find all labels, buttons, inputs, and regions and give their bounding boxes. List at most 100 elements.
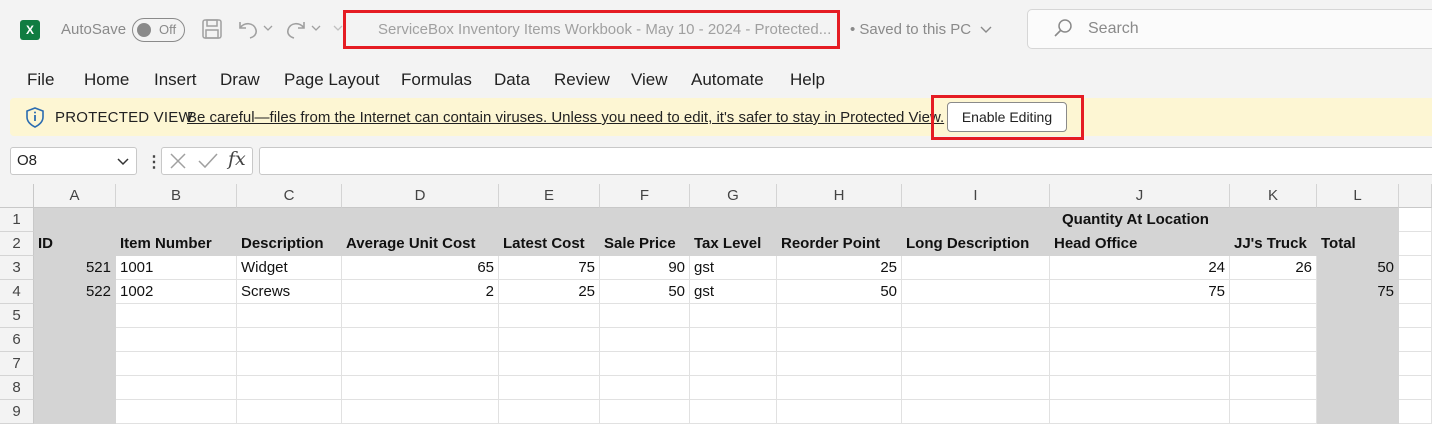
cell-b5[interactable] bbox=[116, 304, 237, 328]
cancel-formula-icon[interactable] bbox=[168, 151, 188, 171]
cell-l9[interactable] bbox=[1317, 400, 1399, 424]
cell-b3[interactable]: 1001 bbox=[116, 256, 237, 280]
cell-d8[interactable] bbox=[342, 376, 499, 400]
column-header-h[interactable]: H bbox=[777, 184, 902, 208]
cell-b8[interactable] bbox=[116, 376, 237, 400]
cell-c1[interactable] bbox=[237, 208, 342, 232]
cell-j8[interactable] bbox=[1050, 376, 1230, 400]
cell-l6[interactable] bbox=[1317, 328, 1399, 352]
cell-d2[interactable]: Average Unit Cost bbox=[342, 232, 499, 256]
row-header-8[interactable]: 8 bbox=[0, 376, 34, 400]
cell-f6[interactable] bbox=[600, 328, 690, 352]
protected-view-message-link[interactable]: Be careful—files from the Internet can c… bbox=[187, 109, 944, 126]
cell-j3[interactable]: 24 bbox=[1050, 256, 1230, 280]
cell-h2[interactable]: Reorder Point bbox=[777, 232, 902, 256]
name-box-chevron-down-icon[interactable] bbox=[116, 154, 130, 168]
cell-a1[interactable] bbox=[34, 208, 116, 232]
cell-c3[interactable]: Widget bbox=[237, 256, 342, 280]
cell-j2[interactable]: Head Office bbox=[1050, 232, 1230, 256]
cell-k8[interactable] bbox=[1230, 376, 1317, 400]
cell-j4[interactable]: 75 bbox=[1050, 280, 1230, 304]
cell-c5[interactable] bbox=[237, 304, 342, 328]
column-header-f[interactable]: F bbox=[600, 184, 690, 208]
cell-l3[interactable]: 50 bbox=[1317, 256, 1399, 280]
saved-status[interactable]: • Saved to this PC bbox=[850, 21, 993, 38]
cell-l2[interactable]: Total bbox=[1317, 232, 1399, 256]
column-header-b[interactable]: B bbox=[116, 184, 237, 208]
cell-i2[interactable]: Long Description bbox=[902, 232, 1050, 256]
document-title[interactable]: ServiceBox Inventory Items Workbook - Ma… bbox=[378, 21, 833, 38]
column-header-k[interactable]: K bbox=[1230, 184, 1317, 208]
row-header-2[interactable]: 2 bbox=[0, 232, 34, 256]
cell-e7[interactable] bbox=[499, 352, 600, 376]
cell-e1[interactable] bbox=[499, 208, 600, 232]
cell-f4[interactable]: 50 bbox=[600, 280, 690, 304]
cell-k6[interactable] bbox=[1230, 328, 1317, 352]
enable-editing-button[interactable]: Enable Editing bbox=[947, 102, 1067, 132]
cell-g1[interactable] bbox=[690, 208, 777, 232]
menu-help[interactable]: Help bbox=[790, 70, 825, 90]
cell-i3[interactable] bbox=[902, 256, 1050, 280]
save-icon[interactable] bbox=[201, 18, 223, 40]
cell-c7[interactable] bbox=[237, 352, 342, 376]
cell-i9[interactable] bbox=[902, 400, 1050, 424]
cell-i5[interactable] bbox=[902, 304, 1050, 328]
cell-k1[interactable] bbox=[1230, 208, 1317, 232]
cell-g8[interactable] bbox=[690, 376, 777, 400]
menu-automate[interactable]: Automate bbox=[691, 70, 764, 90]
cell-a2[interactable]: ID bbox=[34, 232, 116, 256]
cell-a5[interactable] bbox=[34, 304, 116, 328]
cell-a9[interactable] bbox=[34, 400, 116, 424]
cell-e5[interactable] bbox=[499, 304, 600, 328]
undo-dropdown-chevron-icon[interactable] bbox=[263, 24, 273, 32]
cell-l4[interactable]: 75 bbox=[1317, 280, 1399, 304]
cell-k7[interactable] bbox=[1230, 352, 1317, 376]
cell-i4[interactable] bbox=[902, 280, 1050, 304]
cell-f8[interactable] bbox=[600, 376, 690, 400]
cell-d4[interactable]: 2 bbox=[342, 280, 499, 304]
customize-toolbar-chevron-icon[interactable] bbox=[333, 24, 343, 32]
cell-h9[interactable] bbox=[777, 400, 902, 424]
cell-h8[interactable] bbox=[777, 376, 902, 400]
cell-f7[interactable] bbox=[600, 352, 690, 376]
row-header-9[interactable]: 9 bbox=[0, 400, 34, 424]
column-header-j[interactable]: J bbox=[1050, 184, 1230, 208]
cell-h1[interactable] bbox=[777, 208, 902, 232]
menu-review[interactable]: Review bbox=[554, 70, 610, 90]
cell-i8[interactable] bbox=[902, 376, 1050, 400]
cell-e3[interactable]: 75 bbox=[499, 256, 600, 280]
cell-g9[interactable] bbox=[690, 400, 777, 424]
cell-k2[interactable]: JJ's Truck bbox=[1230, 232, 1317, 256]
row-header-7[interactable]: 7 bbox=[0, 352, 34, 376]
row-header-4[interactable]: 4 bbox=[0, 280, 34, 304]
menu-draw[interactable]: Draw bbox=[220, 70, 260, 90]
row-header-5[interactable]: 5 bbox=[0, 304, 34, 328]
undo-icon[interactable] bbox=[236, 18, 260, 40]
menu-file[interactable]: File bbox=[27, 70, 54, 90]
select-all-corner[interactable] bbox=[0, 184, 34, 208]
insert-function-icon[interactable]: fx bbox=[228, 148, 246, 170]
cell-g3[interactable]: gst bbox=[690, 256, 777, 280]
cell-e2[interactable]: Latest Cost bbox=[499, 232, 600, 256]
cell-g2[interactable]: Tax Level bbox=[690, 232, 777, 256]
cell-f1[interactable] bbox=[600, 208, 690, 232]
cell-d9[interactable] bbox=[342, 400, 499, 424]
cell-e9[interactable] bbox=[499, 400, 600, 424]
cell-k5[interactable] bbox=[1230, 304, 1317, 328]
cell-g6[interactable] bbox=[690, 328, 777, 352]
redo-icon[interactable] bbox=[284, 18, 308, 40]
cell-b1[interactable] bbox=[116, 208, 237, 232]
cell-d1[interactable] bbox=[342, 208, 499, 232]
cell-d6[interactable] bbox=[342, 328, 499, 352]
cell-l5[interactable] bbox=[1317, 304, 1399, 328]
column-header-l[interactable]: L bbox=[1317, 184, 1399, 208]
cell-l7[interactable] bbox=[1317, 352, 1399, 376]
column-header-c[interactable]: C bbox=[237, 184, 342, 208]
cell-j6[interactable] bbox=[1050, 328, 1230, 352]
cell-d5[interactable] bbox=[342, 304, 499, 328]
row-header-6[interactable]: 6 bbox=[0, 328, 34, 352]
column-header-i[interactable]: I bbox=[902, 184, 1050, 208]
cell-h4[interactable]: 50 bbox=[777, 280, 902, 304]
cell-f5[interactable] bbox=[600, 304, 690, 328]
menu-formulas[interactable]: Formulas bbox=[401, 70, 472, 90]
